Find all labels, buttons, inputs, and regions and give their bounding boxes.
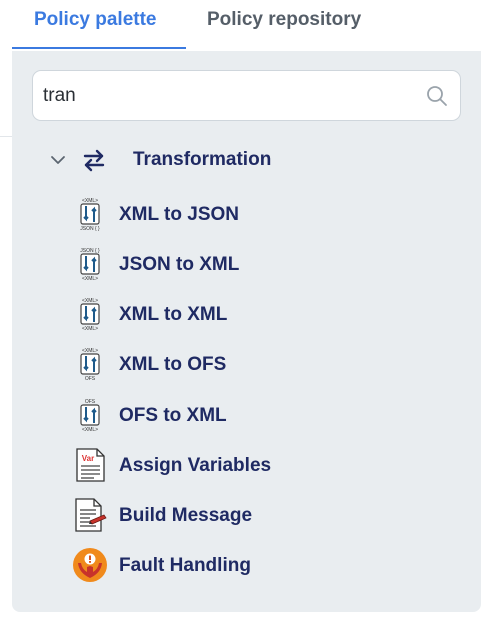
policy-item-label: XML to XML xyxy=(119,304,228,325)
icon-text: <XML> xyxy=(82,198,98,204)
policy-item-xml-to-xml[interactable]: <XML> <XML> XML to XML xyxy=(72,294,452,334)
icon-text: OFS xyxy=(85,376,96,382)
policy-item-xml-to-json[interactable]: <XML> JSON { } XML to JSON xyxy=(72,194,452,234)
policy-item-label: Build Message xyxy=(119,505,253,526)
icon-text: OFS xyxy=(85,399,96,405)
policy-item-json-to-xml[interactable]: JSON { } <XML> JSON to XML xyxy=(72,244,452,284)
policy-item-label: Fault Handling xyxy=(119,555,251,576)
icon-text: <XML> xyxy=(82,326,98,332)
build-message-icon xyxy=(75,498,107,532)
policy-item-label: Assign Variables xyxy=(119,455,272,476)
ofs-to-xml-icon: OFS <XML> xyxy=(80,399,100,433)
search-icon[interactable] xyxy=(426,85,448,107)
chevron-down-icon[interactable] xyxy=(50,152,66,168)
assign-variables-icon: Var xyxy=(76,448,105,482)
search-box xyxy=(32,70,461,121)
divider xyxy=(0,136,12,137)
policy-item-xml-to-ofs[interactable]: <XML> OFS XML to OFS xyxy=(72,344,452,384)
policy-item-assign-variables[interactable]: Var Assign Variables xyxy=(72,445,452,485)
icon-text: JSON { } xyxy=(80,226,100,232)
tab-bar: Policy palette Policy repository xyxy=(0,0,494,50)
transformation-group-header[interactable]: Transformation xyxy=(44,143,464,177)
policy-item-label: XML to OFS xyxy=(119,354,227,375)
xml-to-ofs-icon: <XML> OFS xyxy=(80,348,100,382)
policy-item-build-message[interactable]: Build Message xyxy=(72,495,452,535)
icon-text: <XML> xyxy=(82,276,98,282)
json-to-xml-icon: JSON { } <XML> xyxy=(80,248,100,282)
policy-palette-panel: Transformation <XML> JSON { } XML to JSO… xyxy=(12,51,481,612)
transfer-arrows-icon xyxy=(83,149,105,172)
icon-text: <XML> xyxy=(82,427,98,433)
icon-text: <XML> xyxy=(82,298,98,304)
policy-item-label: XML to JSON xyxy=(119,204,239,225)
group-label-transformation: Transformation xyxy=(133,149,272,170)
icon-text: JSON { } xyxy=(80,248,100,254)
tab-policy-palette[interactable]: Policy palette xyxy=(34,9,157,31)
tab-policy-repository[interactable]: Policy repository xyxy=(207,9,361,31)
policy-item-label: JSON to XML xyxy=(119,254,240,275)
fault-handling-icon xyxy=(73,548,107,582)
policy-item-ofs-to-xml[interactable]: OFS <XML> OFS to XML xyxy=(72,395,452,435)
xml-to-xml-icon: <XML> <XML> xyxy=(80,298,100,332)
xml-to-json-icon: <XML> JSON { } xyxy=(80,198,100,232)
icon-text: <XML> xyxy=(82,348,98,354)
search-input[interactable] xyxy=(43,83,413,109)
active-tab-indicator xyxy=(12,47,186,49)
icon-text: Var xyxy=(82,454,94,463)
policy-item-label: OFS to XML xyxy=(119,405,227,426)
policy-item-fault-handling[interactable]: Fault Handling xyxy=(72,545,452,585)
